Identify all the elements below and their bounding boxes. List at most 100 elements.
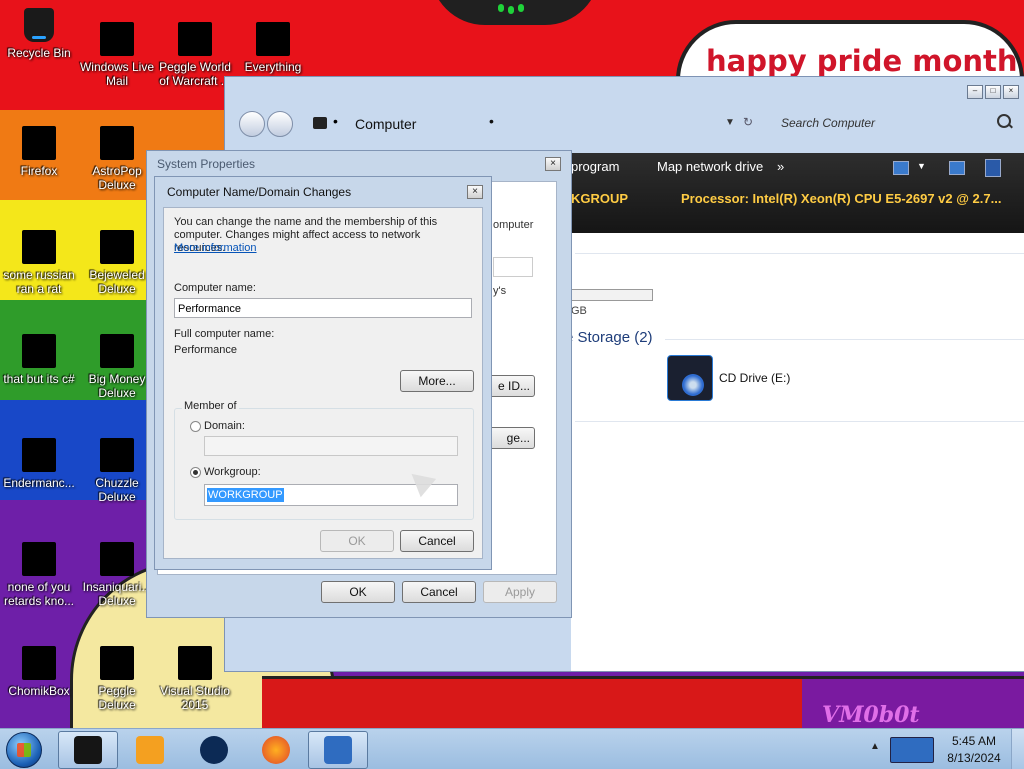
maximize-button[interactable]: □ [985, 85, 1001, 99]
desktop-icon-none-of-you[interactable]: none of you retards kno... [0, 542, 78, 608]
peggle-icon [178, 22, 212, 56]
desktop-icon-label: Big Money Deluxe [88, 372, 146, 400]
show-desktop-button[interactable] [1011, 729, 1024, 769]
back-button[interactable] [239, 111, 265, 137]
removable-storage-header[interactable]: e Storage (2) [565, 329, 653, 346]
desktop-icon-label: Bejeweled Deluxe [89, 268, 145, 296]
desktop-icon-recycle-bin[interactable]: Recycle Bin [0, 8, 78, 60]
breadcrumb-arrow-icon[interactable]: • [489, 113, 494, 129]
clock-date[interactable]: 8/13/2024 [944, 751, 1004, 765]
forward-button[interactable] [267, 111, 293, 137]
desktop-icon-csharp[interactable]: that but its c# [0, 334, 78, 386]
desktop-icon-chuzzle[interactable]: Chuzzle Deluxe [78, 438, 156, 504]
taskbar-explorer[interactable] [58, 731, 118, 769]
address-dropdown-icon[interactable]: ▼ [725, 117, 735, 128]
app-icon [22, 438, 56, 472]
close-button[interactable]: × [1003, 85, 1019, 99]
more-button[interactable]: More... [400, 370, 474, 392]
wallpaper-watermark: VM0b0t [822, 702, 920, 728]
ok-button[interactable]: OK [320, 530, 394, 552]
close-button[interactable]: × [467, 185, 483, 199]
help-icon[interactable] [985, 159, 1001, 177]
workgroup-selected-text: WORKGROUP [207, 488, 284, 502]
desktop-icon-firefox[interactable]: Firefox [0, 126, 78, 178]
desktop-icon-insaniquarium[interactable]: Insaniquari... Deluxe [78, 542, 156, 608]
media-player-icon [136, 736, 164, 764]
apply-button[interactable]: Apply [483, 581, 557, 603]
desktop-icon-big-money[interactable]: Big Money Deluxe [78, 334, 156, 400]
desktop-icon-label: Recycle Bin [7, 46, 71, 60]
wallpaper-red-band [262, 676, 802, 728]
desktop-icon-label: Visual Studio 2015 [160, 684, 230, 712]
domain-radio[interactable] [190, 421, 201, 432]
navigation-bar: • Computer • ▼ ↻ Search Computer [235, 107, 1015, 139]
desktop-icon-astropop[interactable]: AstroPop Deluxe [78, 126, 156, 192]
change-view-icon[interactable] [893, 161, 909, 175]
desktop-icon-label: that but its c# [3, 372, 75, 386]
globe-icon [200, 736, 228, 764]
description-fragment: omputer [493, 219, 534, 231]
close-button[interactable]: × [545, 157, 561, 171]
network-tray-icon[interactable] [890, 737, 934, 763]
cd-drive-icon[interactable] [667, 355, 713, 401]
minimize-button[interactable]: – [967, 85, 983, 99]
more-information-link[interactable]: More information [174, 242, 257, 254]
command-bar: program Map network drive » ▼ KGROUP Pro… [571, 153, 1024, 233]
search-app-icon [256, 22, 290, 56]
game-icon [100, 126, 134, 160]
uninstall-program-button[interactable]: program [571, 159, 619, 174]
cancel-button[interactable]: Cancel [400, 530, 474, 552]
refresh-icon[interactable]: ↻ [743, 115, 753, 129]
explorer-titlebar[interactable] [225, 77, 1024, 101]
desktop-icon-chomikbox[interactable]: ChomikBox [0, 646, 78, 698]
view-dropdown-icon[interactable]: ▼ [917, 161, 926, 171]
member-of-label: Member of [182, 400, 239, 412]
workgroup-radio[interactable] [190, 467, 201, 478]
details-processor: Processor: Intel(R) Xeon(R) CPU E5-2697 … [681, 191, 1002, 206]
divider [665, 339, 1024, 340]
address-location[interactable]: Computer [355, 116, 416, 132]
drive-size-unit: GB [571, 305, 587, 317]
search-box[interactable]: Search Computer [775, 111, 1015, 135]
peggle-icon [100, 646, 134, 680]
desktop-icon-endermanc[interactable]: Endermanc... [0, 438, 78, 490]
taskbar-media-player[interactable] [120, 731, 180, 769]
computer-name-label: Computer name: [174, 282, 256, 294]
show-hidden-icons-button[interactable]: ▲ [870, 741, 880, 752]
taskbar-system-properties[interactable] [308, 731, 368, 769]
breadcrumb-arrow-icon[interactable]: • [333, 113, 338, 129]
desktop-icon-label: Chuzzle Deluxe [95, 476, 139, 504]
clock-time[interactable]: 5:45 AM [944, 734, 1004, 748]
domain-input[interactable] [204, 436, 458, 456]
start-button[interactable] [6, 732, 42, 768]
cd-drive-label[interactable]: CD Drive (E:) [719, 371, 790, 385]
desktop-icon-visual-studio[interactable]: Visual Studio 2015 [156, 646, 234, 712]
taskbar-firefox[interactable] [246, 731, 306, 769]
drive-usage-bar [571, 289, 653, 301]
address-bar[interactable]: • Computer • ▼ ↻ [305, 111, 765, 135]
map-network-drive-button[interactable]: Map network drive [657, 159, 763, 174]
preview-pane-icon[interactable] [949, 161, 965, 175]
desktop-icon-peggle-wow[interactable]: Peggle World of Warcraft ... [156, 22, 234, 88]
desktop-icon-russian-rat[interactable]: some russian ran a rat [0, 230, 78, 296]
search-icon[interactable] [997, 114, 1011, 128]
taskbar-app[interactable] [184, 731, 244, 769]
taskbar: ▲ 5:45 AM 8/13/2024 [0, 728, 1024, 769]
desktop-icon-bejeweled[interactable]: Bejeweled Deluxe [78, 230, 156, 296]
desktop-icon-label: Firefox [20, 164, 58, 178]
description-fragment: y's [493, 285, 507, 297]
firefox-icon [262, 736, 290, 764]
computer-description-input[interactable] [493, 257, 533, 277]
desktop-icon-everything[interactable]: Everything [234, 22, 312, 74]
search-input[interactable]: Search Computer [781, 116, 875, 130]
computer-name-input[interactable]: Performance [174, 298, 472, 318]
full-computer-name-label: Full computer name: [174, 328, 275, 340]
more-commands-button[interactable]: » [777, 159, 784, 174]
ok-button[interactable]: OK [321, 581, 395, 603]
desktop-icon-label: some russian ran a rat [3, 268, 75, 296]
computer-icon [74, 736, 102, 764]
desktop-icon-peggle-deluxe[interactable]: Peggle Deluxe [78, 646, 156, 712]
money-icon [100, 334, 134, 368]
desktop-icon-windows-live-mail[interactable]: Windows Live Mail [78, 22, 156, 88]
cancel-button[interactable]: Cancel [402, 581, 476, 603]
